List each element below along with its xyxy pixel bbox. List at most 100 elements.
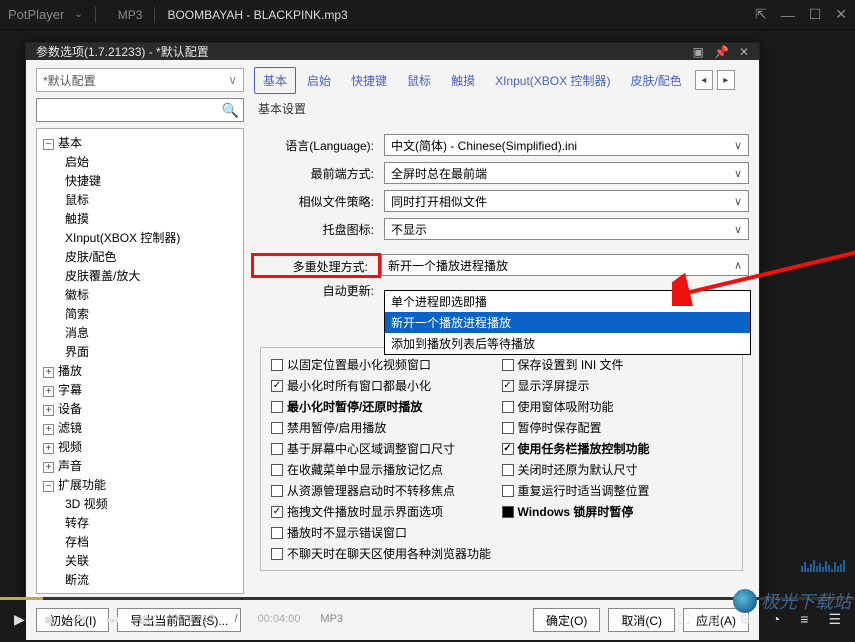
chk-show-bookmarks[interactable]: 在收藏菜单中显示播放记忆点 bbox=[271, 461, 502, 478]
playback-progress-fill bbox=[0, 597, 43, 600]
tree-extensions[interactable]: −扩展功能 bbox=[39, 475, 241, 494]
chevron-down-icon: ∨ bbox=[734, 167, 742, 180]
search-icon[interactable]: 🔍 bbox=[222, 102, 239, 119]
chk-taskbar-control[interactable]: 使用任务栏播放控制功能 bbox=[502, 440, 733, 457]
play-icon[interactable]: ▶ bbox=[14, 611, 25, 628]
category-tree[interactable]: −基本 启始 快捷键 鼠标 触摸 XInput(XBOX 控制器) 皮肤/配色 … bbox=[36, 128, 244, 594]
dialog-titlebar[interactable]: 参数选项(1.7.21233) - *默认配置 ▣ 📌 ✕ bbox=[26, 43, 759, 60]
tree-archive[interactable]: 存档 bbox=[39, 532, 241, 551]
dialog-pin-icon[interactable]: 📌 bbox=[714, 45, 729, 59]
chk-no-focus[interactable]: 从资源管理器启动时不转移焦点 bbox=[271, 482, 502, 499]
chk-min-all-windows[interactable]: 最小化时所有窗口都最小化 bbox=[271, 377, 502, 394]
media-filename: BOOMBAYAH - BLACKPINK.mp3 bbox=[167, 8, 347, 22]
checkbox-group: 以固定位置最小化视频窗口 保存设置到 INI 文件 最小化时所有窗口都最小化 显… bbox=[260, 347, 743, 571]
tree-skin[interactable]: 皮肤/配色 bbox=[39, 247, 241, 266]
tree-stream[interactable]: 断流 bbox=[39, 570, 241, 589]
select-similar[interactable]: 同时打开相似文件 ∨ bbox=[384, 190, 749, 212]
tab-touch[interactable]: 触摸 bbox=[442, 67, 484, 94]
tab-skin[interactable]: 皮肤/配色 bbox=[621, 67, 690, 94]
dialog-restore-icon[interactable]: ▣ bbox=[693, 45, 704, 59]
compact-icon[interactable]: ⧉ bbox=[709, 611, 719, 628]
row-front: 最前端方式: 全屏时总在最前端 ∨ bbox=[254, 162, 749, 184]
info-icon[interactable]: ◔ bbox=[772, 611, 780, 627]
multi-dropdown[interactable]: 单个进程即选即播 新开一个播放进程播放 添加到播放列表后等待播放 bbox=[384, 290, 751, 355]
select-language[interactable]: 中文(简体) - Chinese(Simplified).ini ∨ bbox=[384, 134, 749, 156]
tree-playback[interactable]: +播放 bbox=[39, 361, 241, 380]
tab-mouse[interactable]: 鼠标 bbox=[398, 67, 440, 94]
chk-snap[interactable]: 使用窗体吸附功能 bbox=[502, 398, 733, 415]
next-icon[interactable]: ⏭ bbox=[106, 611, 119, 628]
tree-xinput[interactable]: XInput(XBOX 控制器) bbox=[39, 228, 241, 247]
tree-filter[interactable]: +滤镜 bbox=[39, 418, 241, 437]
tree-skin-overlay[interactable]: 皮肤覆盖/放大 bbox=[39, 266, 241, 285]
tree-device[interactable]: +设备 bbox=[39, 399, 241, 418]
config-profile-select[interactable]: *默认配置 ∨ bbox=[36, 68, 244, 92]
tab-shortcuts[interactable]: 快捷键 bbox=[342, 67, 396, 94]
playlist-icon[interactable]: ≡ bbox=[800, 611, 808, 627]
tab-scroll-right[interactable]: ▸ bbox=[717, 70, 735, 90]
multi-option-queue[interactable]: 添加到播放列表后等待播放 bbox=[385, 333, 750, 354]
tree-search-opt[interactable]: 简索 bbox=[39, 304, 241, 323]
maximize-icon[interactable]: ☐ bbox=[809, 6, 822, 23]
chk-chat-browser[interactable]: 不聊天时在聊天区使用各种浏览器功能 bbox=[271, 545, 732, 562]
select-multi[interactable]: 新开一个播放进程播放 ∧ bbox=[381, 254, 749, 276]
multi-option-newprocess[interactable]: 新开一个播放进程播放 bbox=[385, 312, 750, 333]
label-language: 语言(Language): bbox=[254, 137, 384, 154]
menu-icon[interactable]: ☰ bbox=[828, 611, 841, 628]
chk-reset-size[interactable]: 关闭时还原为默认尺寸 bbox=[502, 461, 733, 478]
chk-fixed-minimize[interactable]: 以固定位置最小化视频窗口 bbox=[271, 356, 502, 373]
prev-icon[interactable]: ⏮ bbox=[73, 611, 86, 628]
select-multi-value: 新开一个播放进程播放 bbox=[388, 257, 508, 274]
select-front[interactable]: 全屏时总在最前端 ∨ bbox=[384, 162, 749, 184]
tab-startup[interactable]: 启始 bbox=[298, 67, 340, 94]
tree-mouse[interactable]: 鼠标 bbox=[39, 190, 241, 209]
stop-icon[interactable]: ■ bbox=[45, 611, 53, 627]
tree-search-input[interactable] bbox=[41, 103, 222, 117]
tree-logo[interactable]: 徽标 bbox=[39, 285, 241, 304]
fullscreen-icon[interactable]: ⛶ bbox=[679, 611, 689, 628]
tree-touch[interactable]: 触摸 bbox=[39, 209, 241, 228]
eject-icon[interactable]: ⏏ bbox=[138, 611, 151, 628]
tree-dump[interactable]: 转存 bbox=[39, 513, 241, 532]
tree-audio[interactable]: +声音 bbox=[39, 456, 241, 475]
multi-option-single[interactable]: 单个进程即选即播 bbox=[385, 291, 750, 312]
chk-disable-pause[interactable]: 禁用暂停/启用播放 bbox=[271, 419, 502, 436]
chk-pause-on-min[interactable]: 最小化时暂停/还原时播放 bbox=[271, 398, 502, 415]
tab-scroll-left[interactable]: ◂ bbox=[695, 70, 713, 90]
tab-xinput[interactable]: XInput(XBOX 控制器) bbox=[486, 67, 619, 94]
tree-startup[interactable]: 启始 bbox=[39, 152, 241, 171]
chk-adjust-position[interactable]: 重复运行时适当调整位置 bbox=[502, 482, 733, 499]
time-current: 00:00:12 bbox=[172, 613, 215, 625]
tree-interface[interactable]: 界面 bbox=[39, 342, 241, 361]
select-tray[interactable]: 不显示 ∨ bbox=[384, 218, 749, 240]
pin-icon[interactable]: ⇱ bbox=[755, 6, 767, 23]
chk-center-resize[interactable]: 基于屏幕中心区域调整窗口尺寸 bbox=[271, 440, 502, 457]
app-name: PotPlayer bbox=[8, 7, 64, 22]
chk-save-on-pause[interactable]: 暂停时保存配置 bbox=[502, 419, 733, 436]
tree-subtitle[interactable]: +字幕 bbox=[39, 380, 241, 399]
minimize-icon[interactable]: — bbox=[781, 7, 795, 23]
chk-lock-pause[interactable]: Windows 锁屏时暂停 bbox=[502, 503, 733, 520]
chevron-down-icon: ∨ bbox=[228, 73, 237, 87]
tab-basic[interactable]: 基本 bbox=[254, 67, 296, 94]
settings-icon[interactable]: ⚙ bbox=[739, 611, 752, 628]
dialog-close-icon[interactable]: ✕ bbox=[739, 45, 749, 59]
tree-shortcuts[interactable]: 快捷键 bbox=[39, 171, 241, 190]
chevron-down-icon: ∨ bbox=[734, 223, 742, 236]
tree-video[interactable]: +视频 bbox=[39, 437, 241, 456]
app-menu-chevron[interactable]: ⌄ bbox=[74, 9, 82, 20]
chk-no-error-window[interactable]: 播放时不显示错误窗口 bbox=[271, 524, 732, 541]
tree-message[interactable]: 消息 bbox=[39, 323, 241, 342]
chk-floating-tip[interactable]: 显示浮屏提示 bbox=[502, 377, 733, 394]
playback-progress[interactable] bbox=[0, 597, 855, 600]
chk-save-ini[interactable]: 保存设置到 INI 文件 bbox=[502, 356, 733, 373]
tree-3d[interactable]: 3D 视频 bbox=[39, 494, 241, 513]
tree-basic[interactable]: −基本 bbox=[39, 133, 241, 152]
tree-associate[interactable]: 关联 bbox=[39, 551, 241, 570]
tree-search[interactable]: 🔍 bbox=[36, 98, 244, 122]
chk-drag-interface[interactable]: 拖拽文件播放时显示界面选项 bbox=[271, 503, 502, 520]
close-icon[interactable]: ✕ bbox=[835, 6, 847, 23]
row-similar: 相似文件策略: 同时打开相似文件 ∨ bbox=[254, 190, 749, 212]
dialog-title: 参数选项(1.7.21233) - *默认配置 bbox=[36, 43, 209, 60]
player-controls: ▶ ■ ⏮ ⏭ ⏏ 00:00:12 / 00:04:00 MP3 ⛶ ⧉ ⚙ … bbox=[0, 604, 855, 634]
